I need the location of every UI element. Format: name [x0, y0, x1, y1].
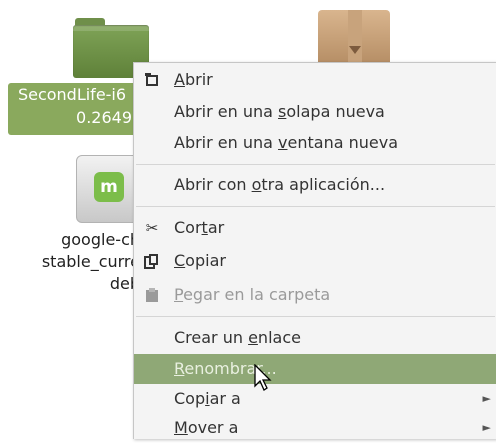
menu-item-copy[interactable]: Copiar — [134, 246, 496, 276]
label-line: 0.2649 — [76, 108, 132, 127]
paste-icon — [144, 287, 160, 303]
menu-item-open[interactable]: Abrir — [134, 65, 496, 95]
package-icon[interactable] — [318, 10, 390, 68]
label-line: deb — [109, 274, 140, 293]
menu-separator — [136, 164, 495, 165]
context-menu: Abrir Abrir en una solapa nueva Abrir en… — [133, 62, 496, 439]
mint-logo-icon: m — [94, 172, 124, 202]
menu-item-paste[interactable]: Pegar en la carpeta — [134, 280, 496, 310]
scissors-icon: ✂ — [145, 219, 159, 237]
submenu-arrow-icon: ► — [482, 392, 491, 405]
label-line: stable_curre — [41, 252, 140, 271]
label-line: google-ch — [61, 230, 140, 249]
submenu-arrow-icon: ► — [482, 421, 491, 434]
menu-item-open-in-window[interactable]: Abrir en una ventana nueva — [134, 128, 496, 158]
menu-separator — [136, 206, 495, 207]
menu-item-cut[interactable]: ✂ Cortar — [134, 213, 496, 243]
open-icon — [144, 72, 160, 88]
desktop-item-label[interactable]: google-ch stable_curre deb — [0, 229, 140, 295]
desktop-item-label-selected[interactable]: SecondLife-i6 0.2649 — [8, 83, 136, 135]
menu-item-create-link[interactable]: Crear un enlace — [134, 323, 496, 353]
menu-item-open-in-tab[interactable]: Abrir en una solapa nueva — [134, 97, 496, 127]
menu-item-open-with[interactable]: Abrir con otra aplicación... — [134, 170, 496, 200]
mouse-cursor-icon — [254, 363, 274, 398]
label-line: SecondLife-i6 — [17, 85, 127, 104]
menu-item-rename[interactable]: Renombrar... — [134, 354, 496, 384]
copy-icon — [144, 253, 160, 269]
menu-item-move-to[interactable]: Mover a ► — [134, 413, 496, 443]
menu-item-copy-to[interactable]: Copiar a ► — [134, 384, 496, 414]
menu-separator — [136, 316, 495, 317]
